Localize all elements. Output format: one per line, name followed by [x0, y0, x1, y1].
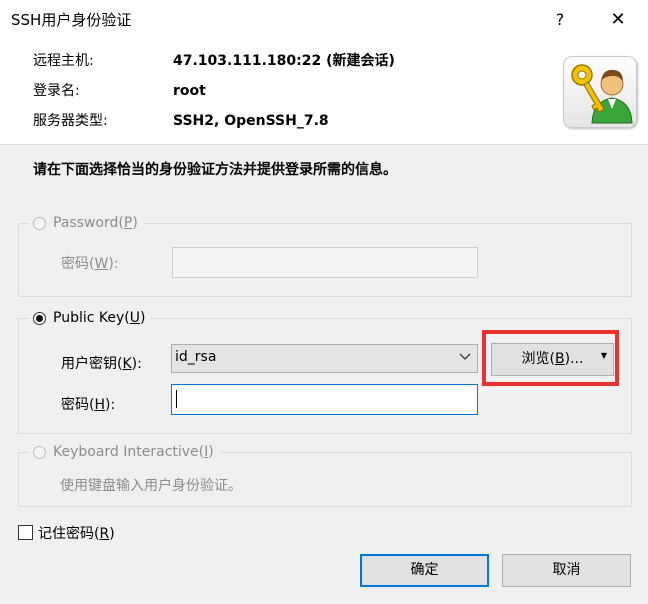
- key-passphrase-label: 密码(H):: [61, 397, 116, 413]
- public-key-radio-button[interactable]: [33, 311, 46, 325]
- text-caret: [176, 390, 177, 408]
- close-icon: ✕: [610, 8, 626, 30]
- password-field-label: 密码(W):: [61, 256, 119, 272]
- server-type-value: SSH2, OpenSSH_7.8: [173, 113, 329, 129]
- window-title: SSH用户身份验证: [11, 11, 132, 29]
- instruction-text: 请在下面选择恰当的身份验证方法并提供登录所需的信息。: [33, 162, 397, 178]
- password-radio-button[interactable]: [33, 216, 46, 230]
- keyboard-interactive-description: 使用键盘输入用户身份验证。: [60, 478, 242, 494]
- password-radio-label: Password(P): [53, 215, 138, 231]
- keyboard-interactive-radio-label: Keyboard Interactive(I): [53, 444, 214, 460]
- close-button[interactable]: ✕: [595, 0, 641, 38]
- password-input[interactable]: [172, 247, 478, 278]
- keyboard-interactive-group: Keyboard Interactive(I) 使用键盘输入用户身份验证。: [18, 441, 632, 507]
- remote-host-label: 远程主机:: [33, 53, 94, 69]
- public-key-radio-label: Public Key(U): [53, 310, 146, 326]
- user-key-value: id_rsa: [175, 349, 217, 365]
- title-bar: SSH用户身份验证 ? ✕: [0, 0, 648, 38]
- session-info-panel: 远程主机: 47.103.111.180:22 (新建会话) 登录名: root…: [0, 38, 648, 145]
- server-type-label: 服务器类型:: [33, 113, 108, 129]
- login-name-label: 登录名:: [33, 83, 80, 99]
- user-key-dropdown[interactable]: id_rsa: [171, 344, 478, 373]
- remote-host-value: 47.103.111.180:22 (新建会话): [173, 53, 395, 69]
- help-button[interactable]: ?: [537, 0, 583, 38]
- help-icon: ?: [555, 9, 565, 29]
- remember-password-label[interactable]: 记住密码(R): [38, 523, 115, 543]
- key-passphrase-input[interactable]: [171, 384, 478, 415]
- ok-label: 确定: [410, 562, 439, 578]
- login-name-value: root: [173, 83, 206, 99]
- keyboard-interactive-radio-button[interactable]: [33, 445, 46, 459]
- key-user-icon: [563, 56, 637, 128]
- cancel-label: 取消: [552, 562, 581, 578]
- password-radio[interactable]: Password(P): [29, 212, 144, 234]
- remember-password-checkbox[interactable]: [18, 525, 33, 540]
- password-group: Password(P) 密码(W):: [18, 212, 632, 297]
- ok-button[interactable]: 确定: [360, 554, 489, 587]
- chevron-down-icon: [459, 351, 471, 364]
- user-key-label: 用户密钥(K):: [61, 356, 142, 372]
- browse-highlight-box: [482, 330, 619, 386]
- public-key-radio[interactable]: Public Key(U): [29, 307, 152, 329]
- cancel-button[interactable]: 取消: [502, 554, 631, 587]
- keyboard-interactive-radio[interactable]: Keyboard Interactive(I): [29, 441, 220, 463]
